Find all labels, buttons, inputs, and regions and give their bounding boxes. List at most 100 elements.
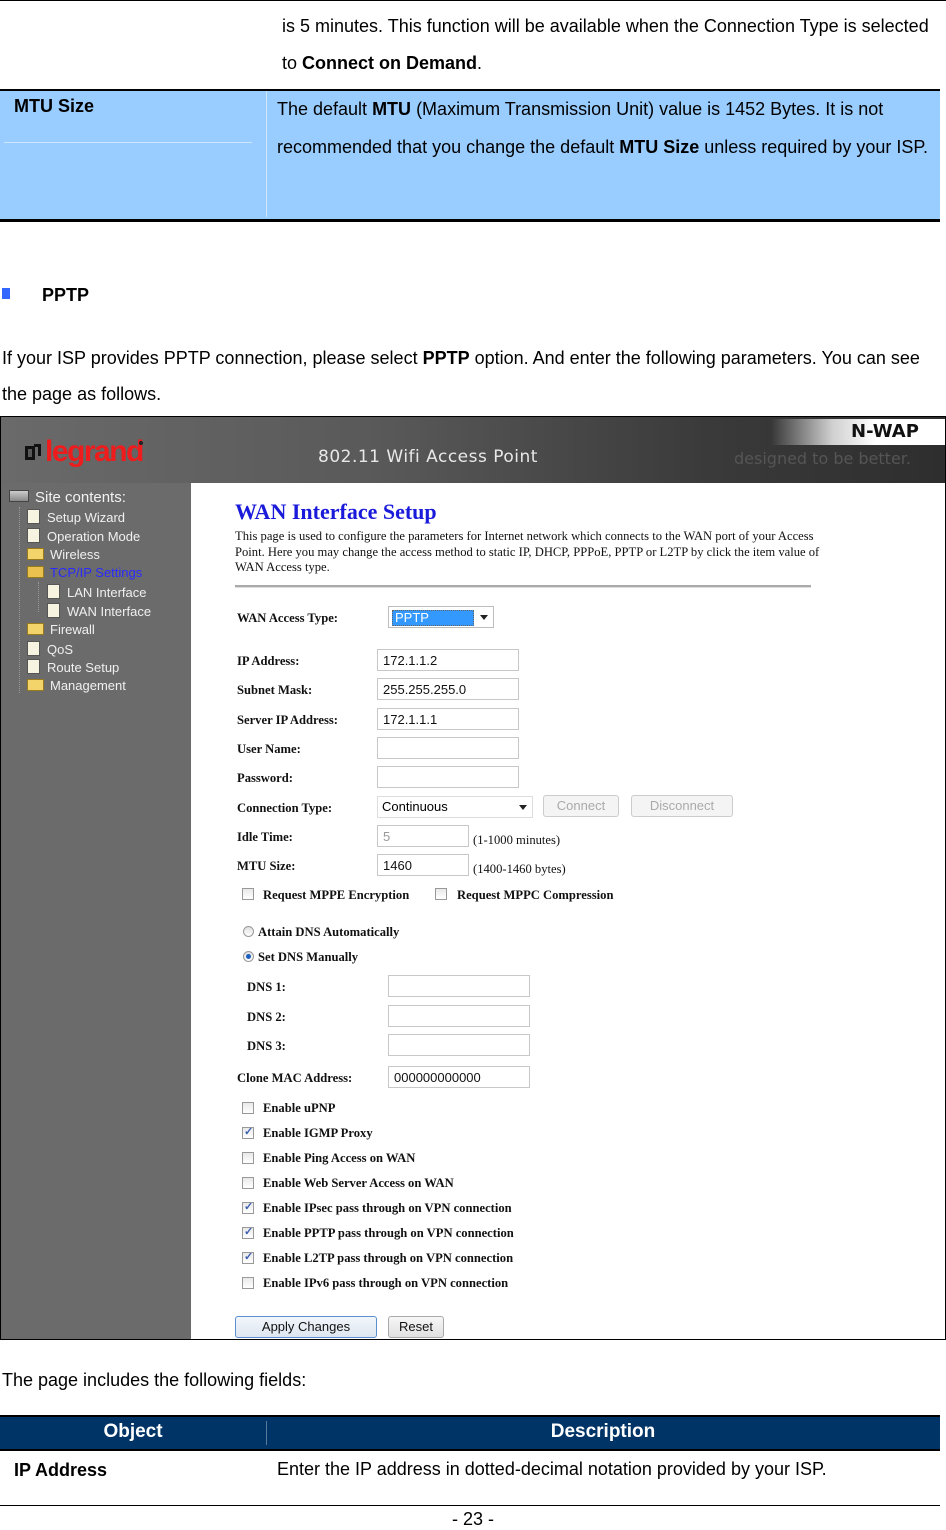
brand-logo: legrand <box>45 435 144 468</box>
sidebar-item-qos[interactable]: QoS <box>27 640 73 657</box>
dns3-input[interactable] <box>388 1034 530 1056</box>
sidebar-item-tcp-ip-settings[interactable]: TCP/IP Settings <box>27 565 142 580</box>
dns-auto-radio[interactable] <box>243 926 254 937</box>
subnet-mask-label: Subnet Mask: <box>237 683 313 697</box>
table-row-object: IP Address <box>14 1460 108 1480</box>
column-header-object: Object <box>103 1421 163 1442</box>
object-name: MTU Size <box>14 96 95 116</box>
server-ip-input[interactable] <box>377 708 519 730</box>
subnet-mask-input[interactable] <box>377 678 519 700</box>
server-ip-label: Server IP Address: <box>237 713 338 727</box>
tree-connector <box>19 507 21 693</box>
square-bullet-icon <box>2 288 10 299</box>
sidebar-item-management[interactable]: Management <box>27 678 126 693</box>
chevron-down-icon <box>519 805 527 810</box>
connect-button[interactable]: Connect <box>543 795 619 817</box>
option-checkbox[interactable] <box>242 1225 254 1239</box>
document-icon <box>27 659 40 675</box>
reset-button[interactable]: Reset <box>388 1316 444 1338</box>
option-label: Enable IPsec pass through on VPN connect… <box>263 1201 512 1215</box>
wan-access-type-select[interactable]: PPTP <box>388 606 494 628</box>
chevron-down-icon <box>480 615 488 620</box>
ip-address-input[interactable] <box>377 649 519 671</box>
registered-mark <box>139 441 143 445</box>
document-icon <box>47 584 60 600</box>
sidebar-item-operation-mode[interactable]: Operation Mode <box>27 527 140 544</box>
folder-icon <box>27 679 44 692</box>
option-label: Enable Web Server Access on WAN <box>263 1176 454 1190</box>
option-checkbox[interactable] <box>242 1125 254 1139</box>
dns3-label: DNS 3: <box>247 1039 286 1053</box>
sidebar-item-setup-wizard[interactable]: Setup Wizard <box>27 509 125 525</box>
option-label: Enable Ping Access on WAN <box>263 1151 416 1165</box>
dns1-label: DNS 1: <box>247 980 286 994</box>
user-name-label: User Name: <box>237 742 301 756</box>
sidebar-item-route-setup[interactable]: Route Setup <box>27 659 119 675</box>
option-checkbox[interactable] <box>242 1102 254 1114</box>
user-name-input[interactable] <box>377 737 519 759</box>
option-checkbox[interactable] <box>242 1177 254 1189</box>
dns2-label: DNS 2: <box>247 1010 286 1024</box>
mppc-checkbox[interactable] <box>435 888 447 900</box>
fields-intro: The page includes the following fields: <box>2 1370 307 1390</box>
option-checkbox[interactable] <box>242 1200 254 1214</box>
option-checkbox[interactable] <box>242 1152 254 1164</box>
connection-type-select[interactable]: Continuous <box>377 796 533 818</box>
column-divider <box>266 91 267 217</box>
clone-mac-label: Clone MAC Address: <box>237 1071 353 1085</box>
option-label: Enable IGMP Proxy <box>263 1126 373 1140</box>
object-description: The default MTU (Maximum Transmission Un… <box>277 99 929 157</box>
sidebar-item-firewall[interactable]: Firewall <box>27 622 95 637</box>
table-row-description: Enter the IP address in dotted-decimal n… <box>277 1459 827 1479</box>
password-input[interactable] <box>377 766 519 788</box>
page-title: WAN Interface Setup <box>235 499 437 524</box>
mtu-size-input[interactable] <box>377 854 469 876</box>
footer-rule <box>0 1505 940 1506</box>
option-checkbox[interactable] <box>242 1250 254 1264</box>
document-icon <box>27 527 40 543</box>
option-label: Enable uPNP <box>263 1101 336 1115</box>
table-top-rule <box>0 0 946 1</box>
option-label: Enable PPTP pass through on VPN connecti… <box>263 1226 514 1240</box>
option-label: Enable L2TP pass through on VPN connecti… <box>263 1251 514 1265</box>
connection-type-label: Connection Type: <box>237 801 333 815</box>
site-contents-icon <box>9 490 29 502</box>
mppc-label: Request MPPC Compression <box>457 888 614 902</box>
ip-address-label: IP Address: <box>237 654 300 668</box>
apply-changes-button[interactable]: Apply Changes <box>235 1316 377 1338</box>
dns-manual-label: Set DNS Manually <box>258 950 359 964</box>
page-description: This page is used to configure the param… <box>235 529 820 574</box>
header-title: 802.11 Wifi Access Point <box>318 447 538 467</box>
dns2-input[interactable] <box>388 1005 530 1027</box>
disconnect-button[interactable]: Disconnect <box>631 795 733 817</box>
wan-access-type-label: WAN Access Type: <box>237 611 338 625</box>
main-content: WAN Interface Setup This page is used to… <box>191 483 945 1339</box>
column-header-description: Description <box>550 1421 656 1442</box>
connection-type-desc-continuation: is 5 minutes. This function will be avai… <box>282 16 929 73</box>
mtu-size-label: MTU Size: <box>237 859 296 873</box>
product-name: N-WAP <box>851 421 919 442</box>
sidebar-item-lan-interface[interactable]: LAN Interface <box>47 584 147 600</box>
dns1-input[interactable] <box>388 975 530 997</box>
idle-time-label: Idle Time: <box>237 830 293 844</box>
sidebar-item-wireless[interactable]: Wireless <box>27 547 100 562</box>
section-heading: PPTP <box>42 285 90 305</box>
divider <box>235 585 811 588</box>
sidebar-root: Site contents: <box>9 489 126 506</box>
legrand-logo-icon <box>25 444 41 460</box>
idle-time-hint: (1-1000 minutes) <box>473 833 561 847</box>
clone-mac-input[interactable] <box>388 1066 530 1088</box>
tagline: designed to be better. <box>734 449 911 468</box>
sidebar-item-wan-interface[interactable]: WAN Interface <box>47 603 151 619</box>
document-icon <box>47 603 60 618</box>
idle-time-input[interactable] <box>377 825 469 847</box>
folder-icon <box>27 622 44 635</box>
tree-connector <box>38 582 40 612</box>
option-checkbox[interactable] <box>242 1277 254 1289</box>
mtu-size-hint: (1400-1460 bytes) <box>473 862 566 876</box>
mppe-checkbox[interactable] <box>242 888 254 900</box>
router-header: legrand 802.11 Wifi Access Point N-WAP d… <box>1 417 945 483</box>
folder-icon <box>27 547 44 560</box>
dns-manual-radio[interactable] <box>243 951 254 962</box>
section-paragraph: If your ISP provides PPTP connection, pl… <box>2 348 920 404</box>
